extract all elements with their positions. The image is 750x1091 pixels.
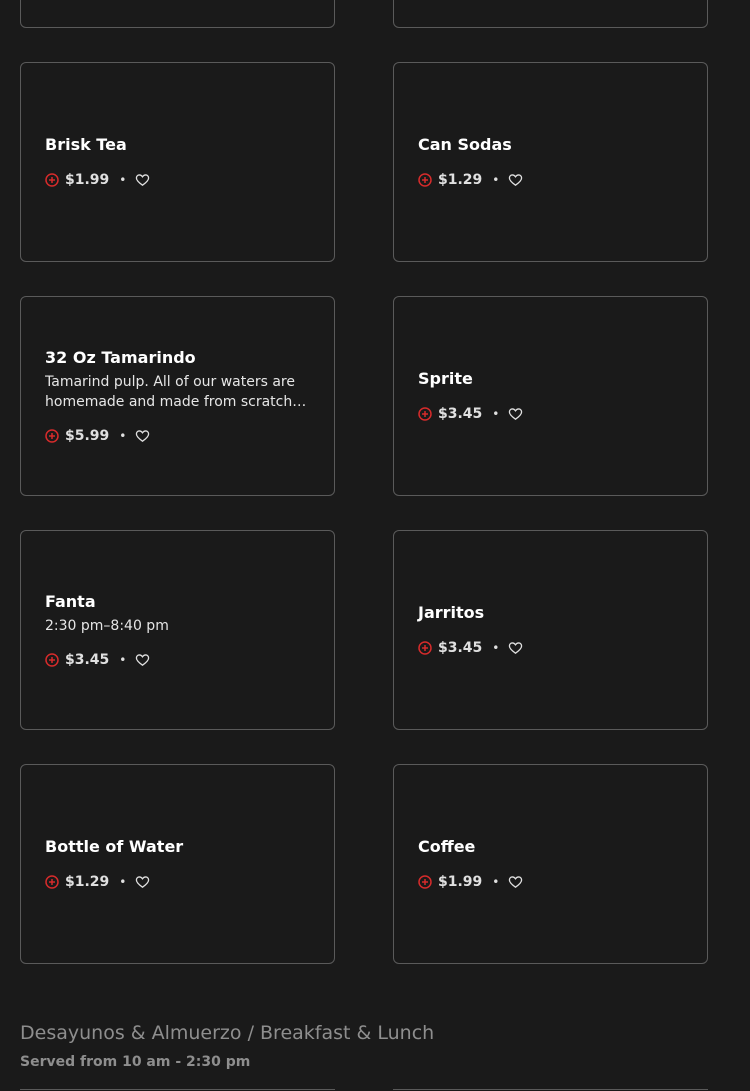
- item-name: Bottle of Water: [45, 837, 184, 856]
- menu-item-card-partial[interactable]: [20, 0, 335, 28]
- plus-circle-icon[interactable]: [45, 652, 59, 667]
- separator-dot: •: [492, 407, 500, 421]
- menu-item-card[interactable]: Can Sodas $1.29 •: [393, 62, 708, 262]
- heart-icon[interactable]: [508, 173, 523, 187]
- item-name: Can Sodas: [418, 135, 512, 154]
- item-name: Brisk Tea: [45, 135, 127, 154]
- separator-dot: •: [119, 428, 127, 443]
- item-meta: $3.45 •: [418, 404, 683, 424]
- menu-item-card[interactable]: Brisk Tea $1.99 •: [20, 62, 335, 262]
- menu-item-card-partial[interactable]: [393, 0, 708, 28]
- separator-dot: •: [119, 652, 127, 667]
- plus-circle-icon[interactable]: [45, 173, 59, 187]
- heart-icon[interactable]: [508, 407, 523, 421]
- menu-item-card[interactable]: Jarritos $3.45 •: [393, 530, 708, 730]
- item-price: $3.45: [65, 651, 110, 668]
- item-price: $1.29: [438, 172, 483, 188]
- item-price: $3.45: [438, 640, 483, 656]
- menu-item-card[interactable]: Coffee $1.99 •: [393, 764, 708, 964]
- item-price: $5.99: [65, 427, 110, 444]
- heart-icon[interactable]: [135, 653, 150, 667]
- plus-circle-icon[interactable]: [418, 173, 432, 187]
- separator-dot: •: [119, 875, 127, 889]
- item-description: Tamarind pulp. All of our waters are hom…: [45, 373, 295, 410]
- heart-icon[interactable]: [135, 875, 150, 889]
- separator-dot: •: [492, 173, 500, 187]
- heart-icon[interactable]: [508, 641, 523, 655]
- plus-circle-icon[interactable]: [45, 428, 59, 443]
- item-price: $1.29: [65, 874, 110, 890]
- item-price: $1.99: [65, 172, 110, 188]
- separator-dot: •: [492, 875, 500, 889]
- section-title: Desayunos & Almuerzo / Breakfast & Lunch: [20, 1022, 435, 1044]
- item-meta: $1.99 •: [418, 872, 683, 892]
- item-availability: 2:30 pm–8:40 pm: [45, 617, 169, 634]
- item-meta: $5.99 •: [45, 426, 310, 446]
- separator-dot: •: [492, 641, 500, 655]
- menu-item-card[interactable]: Fanta 2:30 pm–8:40 pm $3.45 •: [20, 530, 335, 730]
- separator-dot: •: [119, 173, 127, 187]
- menu-item-card[interactable]: Bottle of Water $1.29 •: [20, 764, 335, 964]
- plus-circle-icon[interactable]: [45, 875, 59, 889]
- item-name: 32 Oz Tamarindo: [45, 347, 196, 367]
- item-meta: $1.29 •: [45, 872, 310, 892]
- heart-icon[interactable]: [135, 173, 150, 187]
- menu-item-card[interactable]: Sprite $3.45 •: [393, 296, 708, 496]
- item-meta: $1.29 •: [418, 170, 683, 190]
- item-meta: $3.45 •: [45, 650, 310, 670]
- plus-circle-icon[interactable]: [418, 875, 432, 889]
- item-name: Jarritos: [418, 603, 485, 622]
- plus-circle-icon[interactable]: [418, 641, 432, 655]
- item-name: Coffee: [418, 837, 476, 856]
- heart-icon[interactable]: [135, 429, 150, 443]
- item-name: Fanta: [45, 591, 96, 611]
- section-subtitle: Served from 10 am - 2:30 pm: [20, 1054, 251, 1070]
- item-name: Sprite: [418, 369, 473, 388]
- heart-icon[interactable]: [508, 875, 523, 889]
- item-meta: $3.45 •: [418, 638, 683, 658]
- item-price: $1.99: [438, 874, 483, 890]
- item-price: $3.45: [438, 406, 483, 422]
- menu-item-card[interactable]: 32 Oz Tamarindo Tamarind pulp. All of ou…: [20, 296, 335, 496]
- plus-circle-icon[interactable]: [418, 407, 432, 421]
- item-meta: $1.99 •: [45, 170, 310, 190]
- menu-page: Brisk Tea $1.99 • Can Sodas $1.29 • 32 O…: [0, 0, 750, 1091]
